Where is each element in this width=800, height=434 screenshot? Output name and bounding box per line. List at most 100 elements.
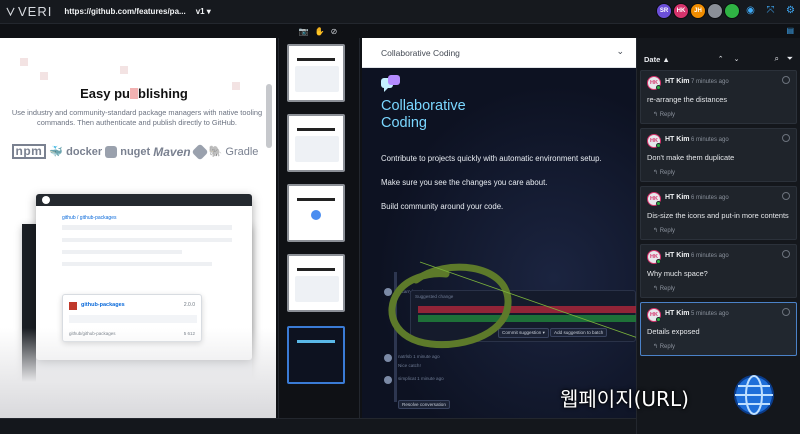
comment-card[interactable]: HK HT Kim 6 minutes ago Dis-size the icons … [640,186,797,240]
online-indicator [656,317,661,322]
comment-avatar: HK [647,192,661,206]
resolve-conversation-button[interactable]: Resolve conversation [398,400,450,409]
watermark-text: 웹페이지(URL) [560,387,689,411]
search-icon[interactable]: ⌕ [775,54,779,64]
gradle-logo: 🐘 Gradle [208,145,259,159]
app-logo[interactable]: VERI [6,4,52,19]
camera-icon[interactable]: 📷 [299,27,309,36]
add-suggestion-button[interactable]: Add suggestion to batch [550,328,608,337]
reply-button[interactable]: ↰ Reply [653,111,675,118]
thumbnail-5-active[interactable] [287,326,345,384]
package-name: github-packages [81,302,125,308]
package-manager-logos: npm 🐳 docker nuget Maven 🐘 Gradle [10,143,260,160]
prev-next-arrows[interactable]: ⌃ ⌄ [718,55,744,63]
chevron-down-icon[interactable]: ⌄ [616,46,624,57]
decor-square [120,66,128,74]
package-icon [69,302,77,310]
comment-card[interactable]: HK HT Kim 6 minutes ago Why much space? ↰ Re… [640,244,797,298]
resolve-check-icon[interactable] [782,192,790,200]
comment-author: HT Kim [665,252,690,259]
section-heading: Easy pu blishing [80,86,188,101]
hand-tool-icon[interactable]: ✋ [315,27,325,36]
collaborator-avatar[interactable] [707,3,723,19]
comment-body: Details exposed [647,327,700,336]
logo-icon [6,7,15,16]
comment-time: 7 minutes ago [691,79,729,85]
chat-bubbles-icon [381,75,400,92]
collaborator-avatar[interactable]: JH [690,3,706,19]
logo-text: VERI [18,4,53,19]
comment-avatar: HK [647,308,661,322]
comment-body: re-arrange the distances [647,95,728,104]
bottom-fade [0,328,276,418]
page-preview-left[interactable]: Easy pu blishing Use industry and communi… [0,38,276,418]
collaborator-avatars: SR HK JH [656,3,740,19]
feature-text-2: Make sure you see the changes you care a… [381,178,548,187]
thumbnail-2[interactable] [287,114,345,172]
top-bar: VERI https://github.com/features/pa... v… [0,0,800,24]
version-dropdown[interactable]: v1 ▾ [196,7,211,16]
package-body [69,315,197,323]
avatar [384,354,392,362]
decor-square [40,72,48,80]
eye-off-icon[interactable]: ⊘ [331,27,338,36]
left-scrollbar[interactable] [266,84,272,148]
resolve-check-icon[interactable] [782,308,790,316]
collaborator-avatar[interactable] [724,3,740,19]
annotation-circle [388,263,512,349]
mock-row [62,238,232,242]
comment-card[interactable]: HK HT Kim 6 minutes ago Don't make them dup… [640,128,797,182]
reply-button[interactable]: ↰ Reply [653,227,675,234]
rubygems-logo [191,143,209,160]
maven-logo: Maven [153,144,191,159]
nuget-icon [105,145,118,158]
thumbnail-3[interactable] [287,184,345,242]
online-indicator [656,259,661,264]
resolve-check-icon[interactable] [782,76,790,84]
url-display[interactable]: https://github.com/features/pa... [64,7,185,16]
nuget-logo: nuget [105,144,150,159]
view-toolbar: 📷 ✋ ⊘ [0,24,636,38]
reply2-author: simplicat 1 minute ago [398,376,444,381]
reply-author: natrlsb 1 minute ago [398,354,440,359]
hide-icon[interactable]: ◉ [745,5,756,16]
reply-button[interactable]: ↰ Reply [653,285,675,292]
hero-title: Collaborative Coding [381,98,466,131]
collaborator-avatar[interactable]: SR [656,3,672,19]
elephant-icon: 🐘 [208,146,223,158]
comment-author: HT Kim [665,136,690,143]
collaborator-avatar[interactable]: HK [673,3,689,19]
comment-avatar: HK [647,134,661,148]
settings-icon[interactable]: ⚙ [785,5,796,16]
expand-icon[interactable]: ⤧ [765,5,776,16]
comments-toolbar: ▤ [636,24,800,38]
accordion-header[interactable]: Collaborative Coding ⌄ [362,38,636,68]
page-preview-center[interactable]: Collaborative Coding ⌄ Collaborative Cod… [362,38,636,418]
comment-author: HT Kim [665,194,690,201]
reply-button[interactable]: ↰ Reply [653,169,675,176]
thumbnail-4[interactable] [287,254,345,312]
top-toolbar: ◉ ⤧ ⚙ [745,5,796,16]
decor-square [20,58,28,66]
filter-icon[interactable]: ⏷ [787,54,793,64]
reply-text: Nice catch! [398,363,421,368]
thumbnail-1[interactable] [287,44,345,102]
gem-icon [191,143,209,160]
comment-time: 6 minutes ago [691,253,729,259]
accordion-title: Collaborative Coding [381,48,460,58]
resolve-check-icon[interactable] [782,134,790,142]
npm-logo: npm [11,144,47,159]
comment-card[interactable]: HK HT Kim 5 minutes ago Details exposed ↰ Re… [640,302,797,356]
resolve-check-icon[interactable] [782,250,790,258]
comment-body: Dis-size the icons and put-in more conte… [647,211,789,220]
page-thumbnails [278,38,360,418]
online-indicator [656,143,661,148]
comment-author: HT Kim [665,78,690,85]
comment-panel-icon[interactable]: ▤ [786,26,794,35]
reply-button[interactable]: ↰ Reply [653,343,675,350]
sort-by-date-button[interactable]: Date ▲ [644,55,670,64]
avatar [384,376,392,384]
comment-card[interactable]: HK HT Kim 7 minutes ago re-arrange the dist… [640,70,797,124]
mock-row [62,262,212,266]
comment-avatar: HK [647,250,661,264]
